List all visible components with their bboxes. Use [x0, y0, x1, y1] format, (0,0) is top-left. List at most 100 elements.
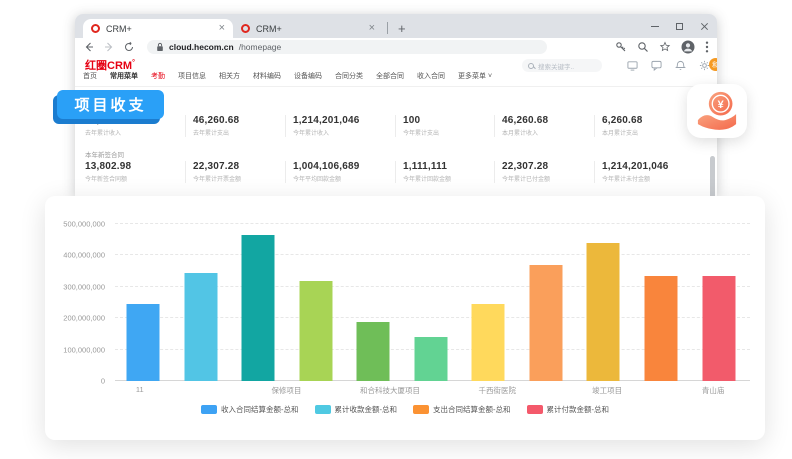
- nav-item-9[interactable]: 收入合同: [417, 71, 445, 81]
- stat-divider: [395, 115, 396, 137]
- stat-label: 本月累计支出: [602, 128, 643, 137]
- hecom-favicon-icon: [91, 24, 100, 33]
- chart-gridline: [115, 254, 750, 255]
- tab-close-icon[interactable]: ×: [219, 24, 225, 33]
- tab-separator: [387, 22, 388, 34]
- reload-button-icon[interactable]: [123, 41, 135, 53]
- stat-cell: 100今年累计支出: [403, 115, 439, 137]
- tab-strip: CRM+ × CRM+ × +: [75, 14, 717, 38]
- stat-value: 13,802.98: [85, 161, 131, 172]
- window-close-button[interactable]: [700, 22, 709, 31]
- profile-avatar-icon[interactable]: [681, 40, 695, 54]
- stat-label: 本月累计收入: [502, 128, 548, 137]
- stat-value: 6,260.68: [602, 115, 643, 126]
- project-income-expense-badge[interactable]: 项目收支: [57, 90, 164, 119]
- stat-divider: [285, 115, 286, 137]
- forward-button-icon[interactable]: [103, 41, 115, 53]
- nav-item-6[interactable]: 设备编码: [294, 71, 322, 81]
- stat-label: 今年平均回款金额: [293, 174, 360, 183]
- menu-kebab-icon[interactable]: [705, 41, 709, 53]
- chart-bar-竣工项目[interactable]: [530, 265, 563, 381]
- url-path: /homepage: [239, 42, 282, 52]
- stat-label: 今年累计未付金额: [602, 174, 669, 183]
- address-bar[interactable]: cloud.hecom.cn/homepage: [147, 40, 547, 54]
- hecom-favicon-icon: [241, 24, 250, 33]
- chart-bar-和合科技大厦项目[interactable]: [299, 281, 332, 381]
- nav-item-3[interactable]: 项目信息: [178, 71, 206, 81]
- stat-label: 去年累计收入: [85, 128, 131, 137]
- legend-swatch: [413, 405, 429, 414]
- crm-search-input[interactable]: 搜索关键字..: [522, 59, 602, 72]
- legend-item[interactable]: 累计收款金额-总和: [315, 404, 398, 415]
- crm-nav-bar: 首页 常用菜单 考勤 项目信息 相关方 材料编码 设备编码 合同分类 全部合同 收入合同 更多菜单 …: [83, 71, 492, 81]
- window-minimize-button[interactable]: [651, 26, 659, 27]
- nav-item-4[interactable]: 相关方: [219, 71, 240, 81]
- nav-item-7[interactable]: 合同分类: [335, 71, 363, 81]
- yen-coin-hand-icon: ¥: [695, 91, 739, 131]
- stat-value: 100: [403, 115, 439, 126]
- chart-bar-竣工项目[interactable]: [587, 243, 620, 381]
- stat-divider: [594, 161, 595, 183]
- nav-item-1[interactable]: 常用菜单: [110, 71, 138, 81]
- nav-item-0[interactable]: 首页: [83, 71, 97, 81]
- chart-bar-保修项目[interactable]: [184, 273, 217, 381]
- notification-bell-icon[interactable]: [675, 60, 686, 71]
- x-tick-label: 竣工项目: [592, 385, 622, 396]
- x-tick-label: 青山庙: [702, 385, 725, 396]
- chart-bar-保修项目[interactable]: [241, 235, 274, 381]
- legend-swatch: [201, 405, 217, 414]
- legend-swatch: [315, 405, 331, 414]
- password-key-icon[interactable]: [615, 41, 627, 53]
- stat-divider: [185, 115, 186, 137]
- user-avatar[interactable]: 和: [709, 58, 717, 71]
- chart-legend: 收入合同结算金额-总和 累计收款金额-总和 支出合同结算金额-总和 累计付款金额-总和: [45, 404, 765, 415]
- stat-divider: [494, 161, 495, 183]
- page-scrollbar[interactable]: [710, 156, 715, 196]
- svg-text:¥: ¥: [718, 99, 725, 111]
- search-icon: [528, 63, 534, 69]
- nav-item-5[interactable]: 材料编码: [253, 71, 281, 81]
- tab-crm-1[interactable]: CRM+ ×: [83, 19, 233, 38]
- legend-item[interactable]: 累计付款金额-总和: [527, 404, 610, 415]
- chart-gridline: [115, 223, 750, 224]
- nav-item-10[interactable]: 更多菜单 ˅: [458, 71, 492, 81]
- chart-bar-11[interactable]: [126, 304, 159, 381]
- chart-bar-青山庙[interactable]: [645, 276, 678, 381]
- tab-crm-2[interactable]: CRM+ ×: [233, 19, 383, 38]
- y-tick-label: 0: [45, 377, 109, 386]
- legend-label: 累计收款金额-总和: [335, 404, 398, 415]
- stat-cell: 22,307.28今年累计已付金额: [502, 161, 550, 183]
- y-tick-label: 300,000,000: [45, 282, 109, 291]
- back-button-icon[interactable]: [83, 41, 95, 53]
- badge-label: 项目收支: [57, 90, 164, 119]
- bookmark-star-icon[interactable]: [659, 41, 671, 53]
- legend-item[interactable]: 支出合同结算金额-总和: [413, 404, 511, 415]
- new-tab-button[interactable]: +: [398, 22, 406, 35]
- y-tick-label: 100,000,000: [45, 345, 109, 354]
- stat-cell: 1,004,106,689今年平均回款金额: [293, 161, 360, 183]
- chart-bar-千西街医院[interactable]: [414, 337, 447, 381]
- money-hand-card[interactable]: ¥: [687, 84, 747, 138]
- chart-bar-千西街医院[interactable]: [472, 304, 505, 381]
- legend-label: 收入合同结算金额-总和: [221, 404, 299, 415]
- stat-divider: [395, 161, 396, 183]
- y-tick-label: 200,000,000: [45, 314, 109, 323]
- stat-value: 46,260.68: [193, 115, 239, 126]
- workbench-icon[interactable]: [627, 60, 638, 71]
- chart-plot: [115, 224, 750, 381]
- legend-label: 支出合同结算金额-总和: [433, 404, 511, 415]
- window-maximize-button[interactable]: [676, 23, 683, 30]
- tab-title: CRM+: [256, 24, 363, 34]
- nav-item-2[interactable]: 考勤: [151, 71, 165, 81]
- nav-item-8[interactable]: 全部合同: [376, 71, 404, 81]
- screen: CRM+ × CRM+ × +: [0, 0, 792, 459]
- search-placeholder: 搜索关键字..: [538, 61, 574, 71]
- stat-value: 22,307.28: [193, 161, 241, 172]
- tab-close-icon[interactable]: ×: [369, 24, 375, 33]
- legend-item[interactable]: 收入合同结算金额-总和: [201, 404, 299, 415]
- chart-bar-青山庙[interactable]: [702, 276, 735, 381]
- chart-bar-和合科技大厦项目[interactable]: [357, 322, 390, 381]
- message-icon[interactable]: [651, 60, 662, 71]
- zoom-icon[interactable]: [637, 41, 649, 53]
- stat-divider: [185, 161, 186, 183]
